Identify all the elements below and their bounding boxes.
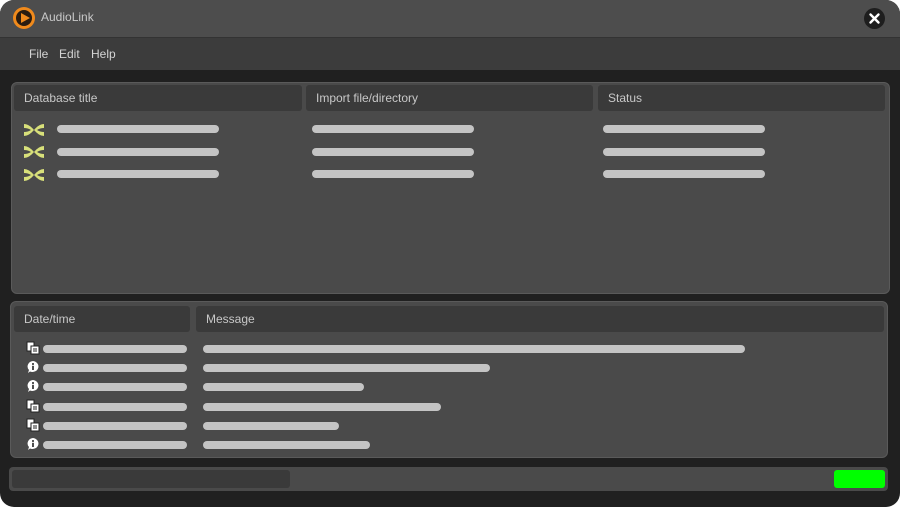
cell-placeholder (603, 125, 765, 133)
cell-placeholder (57, 170, 219, 178)
cell-placeholder (312, 125, 474, 133)
menu-file[interactable]: File (29, 47, 48, 61)
cell-placeholder (43, 441, 187, 449)
close-icon (869, 13, 880, 24)
cell-placeholder (203, 403, 441, 411)
cell-placeholder (43, 422, 187, 430)
cell-placeholder (312, 148, 474, 156)
close-button[interactable] (864, 8, 885, 29)
document-icon (26, 418, 40, 432)
progress-bar (12, 470, 290, 488)
cell-placeholder (203, 383, 364, 391)
app-title: AudioLink (41, 10, 94, 24)
database-table[interactable]: Database title Import file/directory Sta… (11, 82, 890, 294)
document-icon (26, 341, 40, 355)
menu-help[interactable]: Help (91, 47, 116, 61)
column-header-database-title[interactable]: Database title (14, 85, 302, 111)
play-icon (13, 7, 35, 29)
cell-placeholder (203, 422, 339, 430)
column-header-status[interactable]: Status (598, 85, 885, 111)
cell-placeholder (203, 441, 370, 449)
document-icon (26, 399, 40, 413)
menu-bar: File Edit Help (0, 37, 900, 70)
column-header-import-file[interactable]: Import file/directory (306, 85, 593, 111)
info-icon (27, 438, 39, 450)
cell-placeholder (43, 403, 187, 411)
column-header-message[interactable]: Message (196, 306, 884, 332)
info-icon (27, 380, 39, 392)
cell-placeholder (603, 148, 765, 156)
log-table[interactable]: Date/time Message (10, 301, 888, 458)
menu-edit[interactable]: Edit (59, 47, 80, 61)
cell-placeholder (57, 148, 219, 156)
cell-placeholder (43, 364, 187, 372)
app-window: AudioLink File Edit Help Database title … (0, 0, 900, 507)
info-icon (27, 361, 39, 373)
title-bar[interactable]: AudioLink (0, 0, 900, 37)
cell-placeholder (203, 364, 490, 372)
cell-placeholder (312, 170, 474, 178)
cell-placeholder (43, 383, 187, 391)
cell-placeholder (43, 345, 187, 353)
status-indicator (834, 470, 885, 488)
cell-placeholder (203, 345, 745, 353)
status-bar (9, 467, 888, 491)
database-link-icon (24, 124, 44, 136)
cell-placeholder (603, 170, 765, 178)
database-link-icon (24, 169, 44, 181)
database-link-icon (24, 146, 44, 158)
column-header-datetime[interactable]: Date/time (14, 306, 190, 332)
cell-placeholder (57, 125, 219, 133)
